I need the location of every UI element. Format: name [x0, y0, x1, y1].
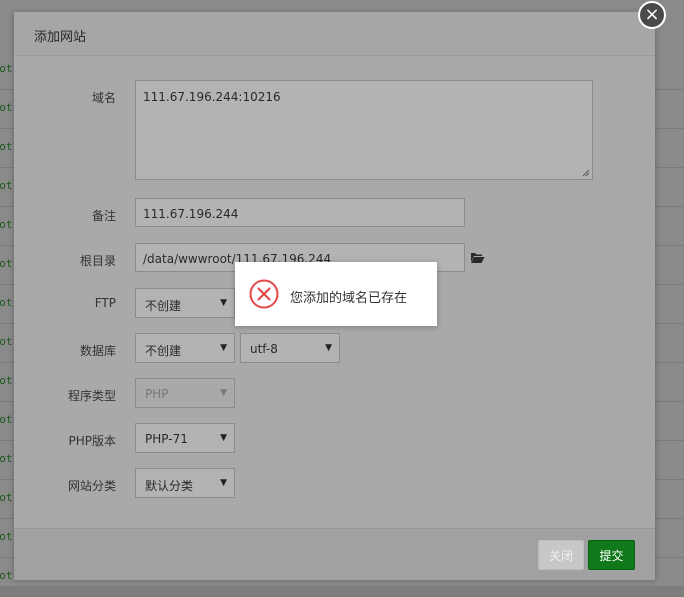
domain-textarea[interactable]: 111.67.196.244:10216: [135, 80, 593, 180]
database-select[interactable]: 不创建 ▼: [135, 333, 235, 363]
background-row-text: root: [0, 452, 13, 465]
background-row-text: root: [0, 257, 13, 270]
background-row-text: root: [0, 62, 13, 75]
chevron-down-icon: ▼: [220, 298, 227, 308]
domain-value: 111.67.196.244:10216: [143, 90, 281, 104]
chevron-down-icon: ▼: [325, 343, 332, 353]
root-dir-label: 根目录: [79, 254, 116, 268]
remark-label: 备注: [91, 209, 116, 223]
background-row-text: root: [0, 569, 13, 582]
error-toast: 您添加的域名已存在: [235, 262, 437, 326]
ftp-label: FTP: [94, 296, 116, 310]
php-version-label: PHP版本: [68, 434, 117, 448]
site-category-select[interactable]: 默认分类 ▼: [135, 468, 235, 498]
remark-input[interactable]: 111.67.196.244: [135, 198, 465, 227]
site-category-value: 默认分类: [145, 479, 194, 493]
charset-value: utf-8: [250, 342, 278, 356]
dialog-footer: 关闭 提交: [14, 528, 655, 580]
folder-open-icon[interactable]: [470, 251, 485, 264]
background-row-text: root: [0, 530, 13, 543]
php-version-select[interactable]: PHP-71 ▼: [135, 423, 235, 453]
dialog-title: 添加网站: [34, 30, 87, 45]
background-row-text: root: [0, 101, 13, 114]
program-type-select: PHP ▼: [135, 378, 235, 408]
program-type-label: 程序类型: [67, 389, 116, 403]
database-label: 数据库: [79, 344, 116, 358]
submit-button[interactable]: 提交: [588, 540, 635, 570]
background-row-text: root: [0, 140, 13, 153]
background-row-text: root: [0, 374, 13, 387]
domain-label: 域名: [91, 91, 116, 105]
site-category-label: 网站分类: [67, 479, 116, 493]
toast-message: 您添加的域名已存在: [290, 291, 408, 306]
ftp-value: 不创建: [145, 299, 182, 313]
program-type-value: PHP: [145, 387, 169, 401]
close-button[interactable]: 关闭: [538, 540, 584, 570]
remark-value: 111.67.196.244: [143, 207, 239, 221]
background-row-text: root: [0, 218, 13, 231]
chevron-down-icon: ▼: [220, 478, 227, 488]
background-row-text: root: [0, 413, 13, 426]
resize-grip-icon[interactable]: [582, 169, 590, 177]
dialog-header: 添加网站: [14, 12, 655, 56]
chevron-down-icon: ▼: [220, 433, 227, 443]
background-row-text: root: [0, 491, 13, 504]
error-circle-icon: [249, 279, 279, 309]
chevron-down-icon: ▼: [220, 388, 227, 398]
php-version-value: PHP-71: [145, 432, 188, 446]
background-row-text: root: [0, 296, 13, 309]
ftp-select[interactable]: 不创建 ▼: [135, 288, 235, 318]
chevron-down-icon: ▼: [220, 343, 227, 353]
database-value: 不创建: [145, 344, 182, 358]
close-icon[interactable]: ×: [638, 1, 666, 29]
charset-select[interactable]: utf-8 ▼: [240, 333, 340, 363]
background-row-text: root: [0, 335, 13, 348]
background-row-text: root: [0, 179, 13, 192]
